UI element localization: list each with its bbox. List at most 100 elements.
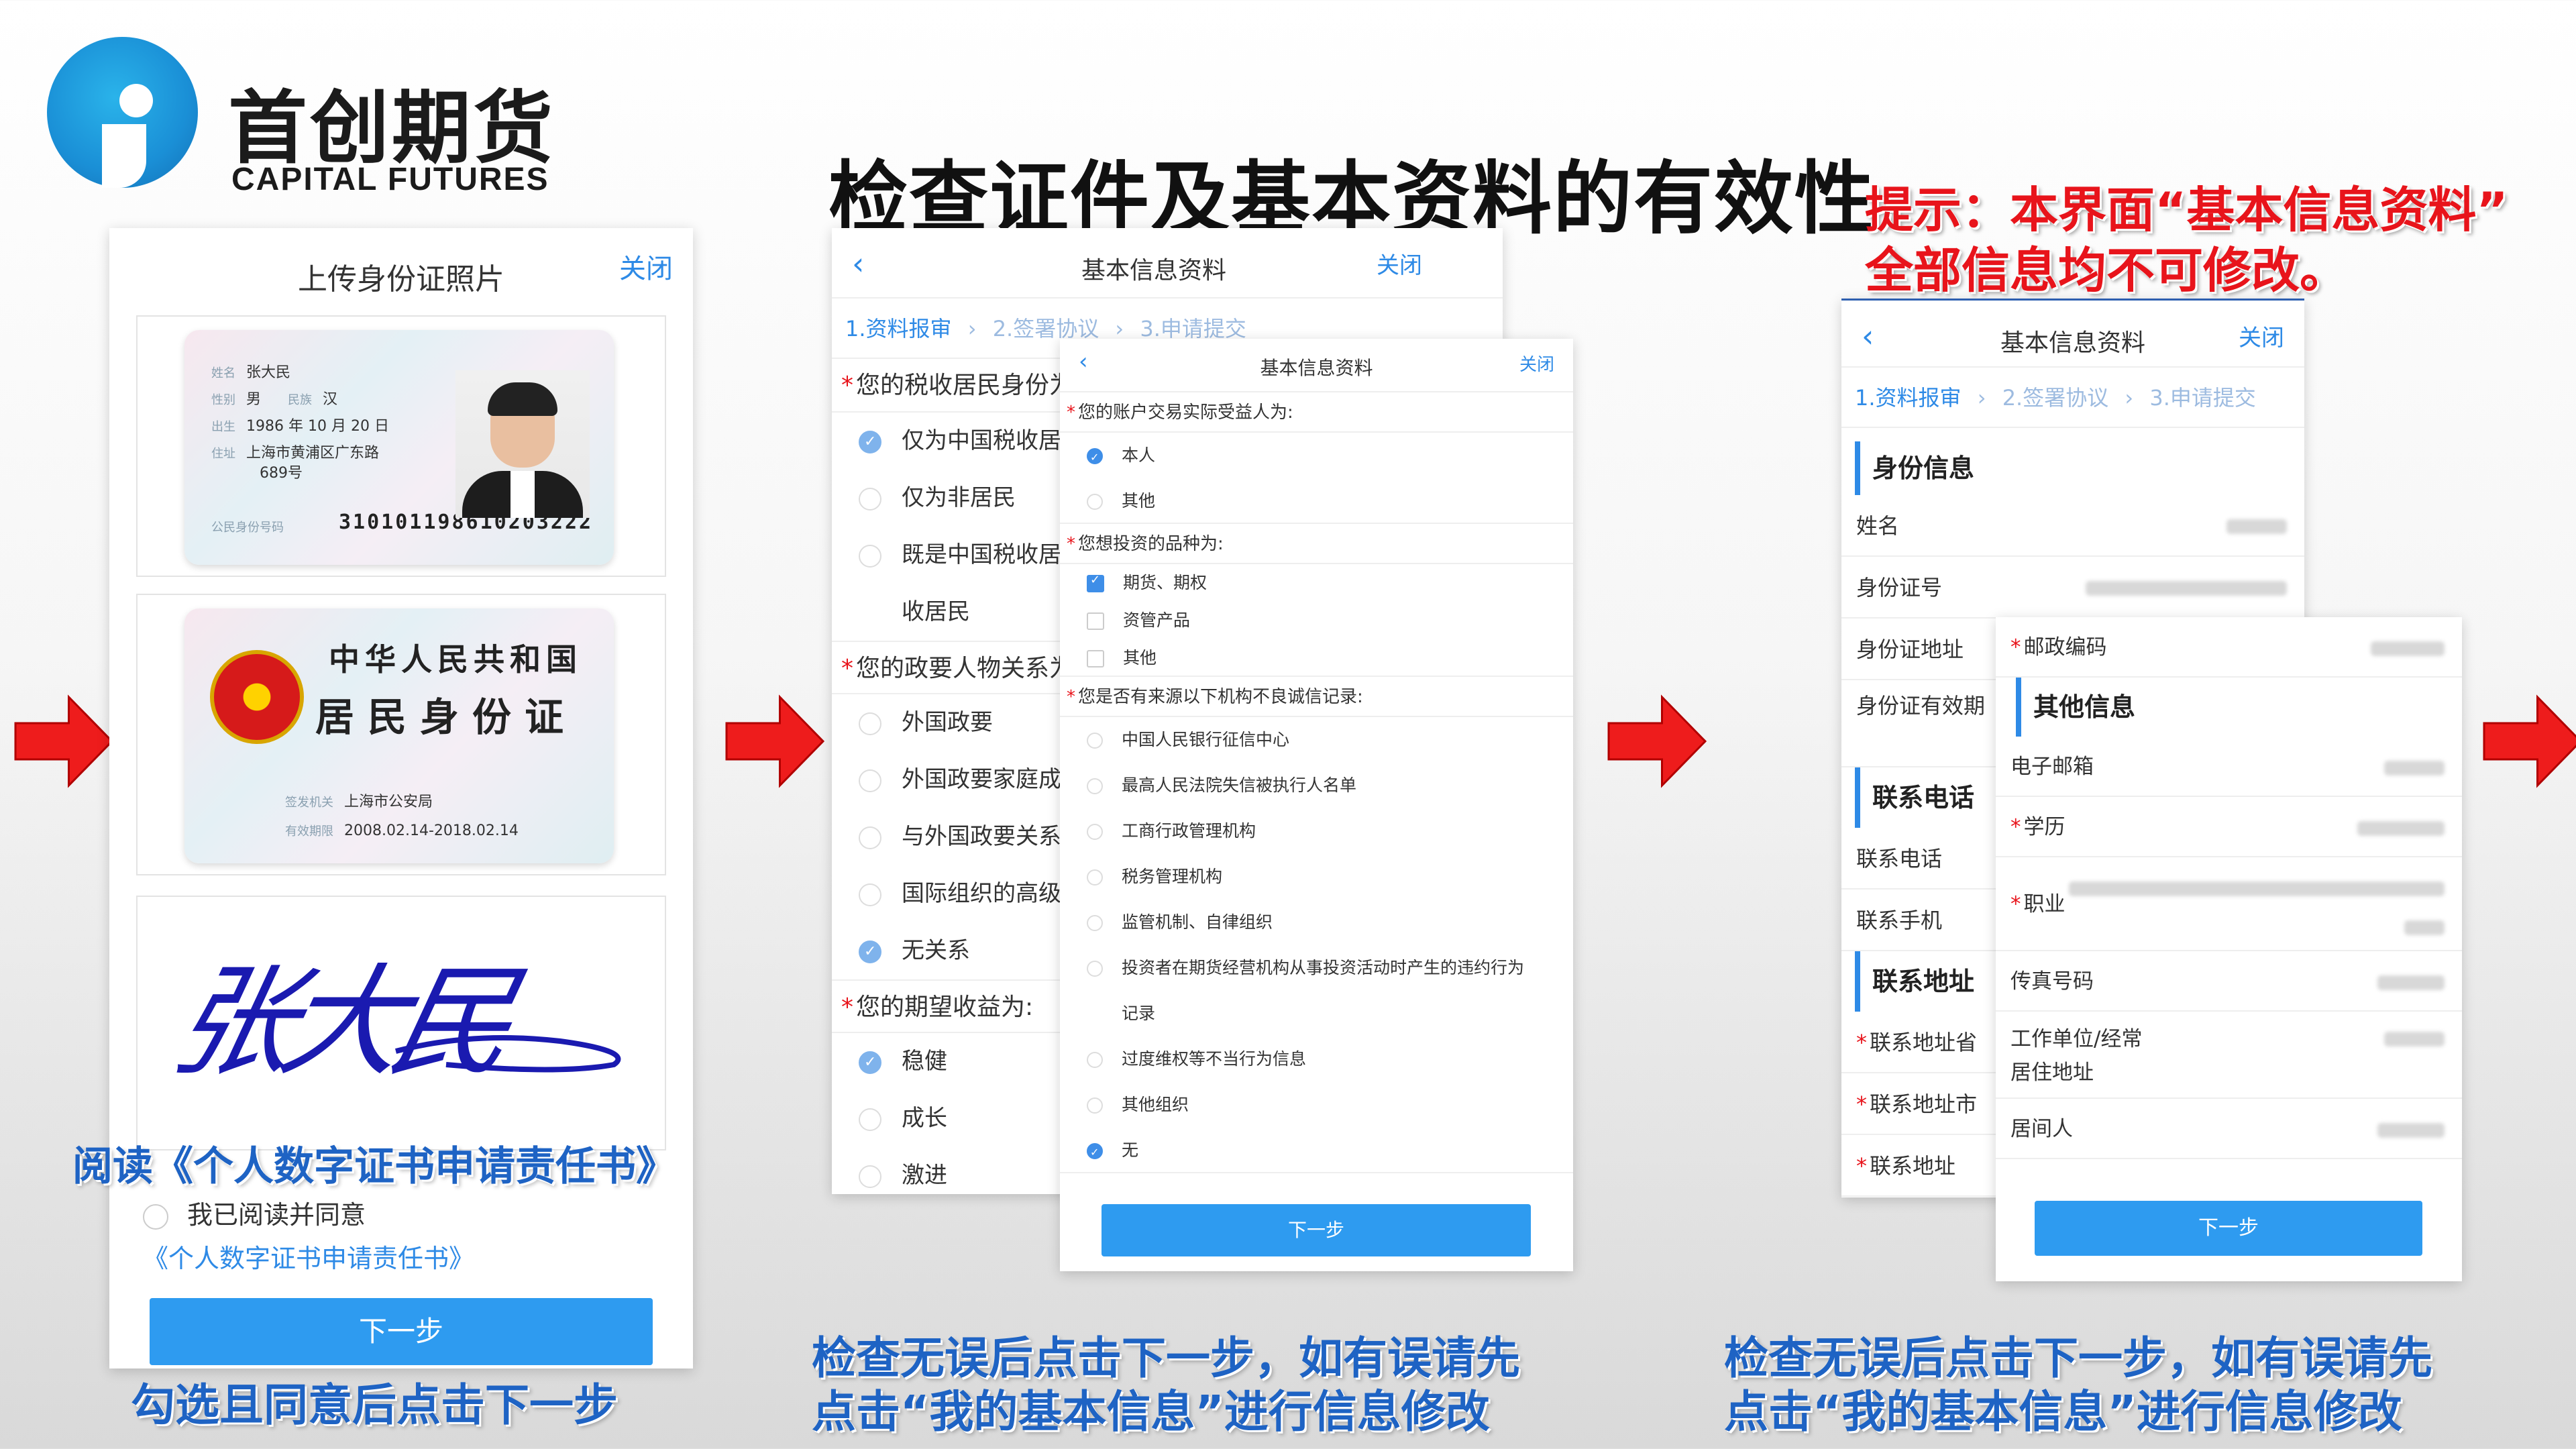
company-logo: 首创期货 CAPITAL FUTURES [47, 37, 557, 211]
checkbox-icon[interactable] [1087, 650, 1104, 667]
radio-icon[interactable] [1087, 733, 1103, 749]
agree-text: 我已阅读并同意 [187, 1200, 366, 1230]
other-info-screen: * 邮政编码 其他信息 电子邮箱 * 学历 * 职业 传真号码 工作单位/经常 居住地址… [1996, 617, 2462, 1281]
next-button[interactable]: 下一步 [2035, 1201, 2422, 1256]
id-photo [455, 370, 590, 518]
radio-icon[interactable] [859, 544, 881, 568]
blurred-value [2404, 920, 2445, 935]
next-button[interactable]: 下一步 [150, 1298, 653, 1365]
radio-icon[interactable] [1087, 915, 1103, 931]
id-back-title-2: 居民身份证 [315, 694, 578, 740]
step-3: 3.申请提交 [1140, 316, 1246, 341]
radio-icon[interactable] [859, 1108, 881, 1131]
radio-checked-icon[interactable] [859, 923, 881, 980]
radio-icon[interactable] [1087, 1097, 1103, 1114]
radio-icon[interactable] [1087, 869, 1103, 885]
basic-info-screen-2: ‹ 基本信息资料 关闭 *您的账户交易实际受益人为: 本人 其他 *您想投资的品… [1060, 339, 1573, 1271]
nav-bar: ‹ 基本信息资料 关闭 [1060, 339, 1573, 392]
field-intermediary: 居间人 [1996, 1099, 2462, 1159]
step-2: 2.签署协议 [992, 316, 1099, 341]
option-row[interactable]: 中国人民银行征信中心 [1060, 717, 1573, 763]
screen-title: 基本信息资料 [2000, 329, 2145, 357]
question-products: 您想投资的品种为: [1078, 534, 1224, 554]
question-tax: 您的税收居民身份为 [856, 372, 1074, 399]
question-credit: 您是否有来源以下机构不良诚信记录: [1078, 687, 1363, 707]
radio-icon[interactable] [859, 487, 881, 511]
agree-checkbox-row[interactable]: 我已阅读并同意 [143, 1194, 366, 1231]
nav-bar: ‹ 基本信息资料 关闭 [832, 228, 1503, 299]
close-button[interactable]: 关闭 [619, 247, 673, 286]
radio-icon[interactable] [1087, 778, 1103, 794]
step-2: 2.签署协议 [2002, 385, 2109, 411]
step-1: 1.资料报审 [845, 316, 952, 341]
caption-step-2: 检查无误后点击下一步，如有误请先 点击“我的基本信息”进行信息修改 [812, 1332, 1520, 1438]
id-ethnic: 汉 [323, 391, 338, 408]
option-row[interactable]: 其他组织 [1060, 1082, 1573, 1128]
option-row[interactable]: 监管机制、自律组织 [1060, 900, 1573, 945]
option-row[interactable]: 本人 [1060, 433, 1573, 480]
option-row[interactable]: 最高人民法院失信被执行人名单 [1060, 763, 1573, 808]
agree-radio[interactable] [143, 1203, 168, 1230]
close-button[interactable]: 关闭 [1519, 351, 1554, 376]
blurred-value [2377, 975, 2445, 990]
blurred-value [2357, 821, 2445, 836]
option-row[interactable]: 投资者在期货经营机构从事投资活动时产生的违约行为 [1060, 945, 1573, 991]
blurred-value [2069, 881, 2445, 896]
national-emblem-icon [210, 650, 304, 744]
section-identity: 身份信息 [1855, 441, 2304, 495]
option-row[interactable]: 无 [1060, 1128, 1573, 1175]
radio-icon[interactable] [859, 712, 881, 735]
caption-step-3: 检查无误后点击下一步，如有误请先 点击“我的基本信息”进行信息修改 [1724, 1332, 2432, 1438]
step-1: 1.资料报审 [1855, 385, 1962, 411]
option-row[interactable]: 期货、期权 [1060, 561, 1573, 602]
signature-stroke [394, 1035, 621, 1073]
radio-icon[interactable] [1087, 494, 1103, 510]
arrow-right-icon [13, 691, 114, 792]
radio-icon[interactable] [859, 1165, 881, 1188]
field-occupation: * 职业 [1996, 857, 2462, 951]
nav-bar: 上传身份证照片 关闭 [109, 228, 693, 315]
radio-checked-icon[interactable] [859, 1034, 881, 1091]
radio-icon[interactable] [1087, 824, 1103, 840]
question-beneficiary: 您的账户交易实际受益人为: [1078, 402, 1293, 423]
radio-icon[interactable] [1087, 1052, 1103, 1068]
checkbox-icon[interactable] [1087, 612, 1104, 630]
id-valid-period: 2008.02.14-2018.02.14 [344, 822, 519, 839]
option-row[interactable]: 资管产品 [1060, 602, 1573, 639]
radio-checked-icon[interactable] [1087, 435, 1103, 480]
caption-step-1: 勾选且同意后点击下一步 [131, 1379, 618, 1431]
radio-icon[interactable] [859, 826, 881, 849]
blurred-value [2377, 1123, 2445, 1138]
id-back-frame[interactable]: 中华人民共和国 居民身份证 签发机关 上海市公安局 有效期限 2008.02.14-… [136, 594, 666, 875]
option-row[interactable]: 其他 [1060, 639, 1573, 677]
radio-icon[interactable] [1087, 961, 1103, 977]
screen-title: 上传身份证照片 [298, 262, 504, 297]
checkbox-checked-icon[interactable] [1087, 561, 1104, 599]
id-card-back: 中华人民共和国 居民身份证 签发机关 上海市公安局 有效期限 2008.02.14-… [184, 608, 614, 863]
signature-frame[interactable]: 张大民 [136, 896, 666, 1150]
upload-id-screen: 上传身份证照片 关闭 姓名 张大民 性别男民族汉 出生 1986 年 10 月 20… [109, 228, 693, 1368]
radio-checked-icon[interactable] [1087, 1130, 1103, 1175]
blurred-value [2384, 1032, 2445, 1046]
option-row[interactable]: 其他 [1060, 478, 1573, 524]
radio-icon[interactable] [859, 883, 881, 906]
close-button[interactable]: 关闭 [1377, 247, 1422, 280]
tip-line-1: 提示：本界面“基本信息资料” [1865, 182, 2508, 238]
nav-bar: ‹ 基本信息资料 关闭 [1841, 301, 2304, 368]
option-row[interactable]: 过度维权等不当行为信息 [1060, 1036, 1573, 1082]
option-row[interactable]: 税务管理机构 [1060, 854, 1573, 900]
id-birth: 1986 年 10 月 20 日 [246, 418, 389, 435]
logo-name-en: CAPITAL FUTURES [231, 162, 549, 197]
radio-icon[interactable] [859, 769, 881, 792]
id-front-frame[interactable]: 姓名 张大民 性别男民族汉 出生 1986 年 10 月 20 日 住址 上海市黄浦区… [136, 315, 666, 577]
next-button[interactable]: 下一步 [1102, 1204, 1531, 1256]
agreement-link[interactable]: 《个人数字证书申请责任书》 [143, 1238, 474, 1275]
option-row[interactable]: 工商行政管理机构 [1060, 808, 1573, 854]
close-button[interactable]: 关闭 [2239, 319, 2284, 352]
field-education: * 学历 [1996, 797, 2462, 857]
read-agreement-banner: 阅读《个人数字证书申请责任书》 [72, 1143, 676, 1190]
blurred-value [2371, 641, 2445, 656]
arrow-right-icon [1607, 691, 1707, 792]
radio-checked-icon[interactable] [859, 413, 881, 470]
tip-note: 提示：本界面“基本信息资料” 全部信息均不可修改。 [1865, 180, 2536, 301]
